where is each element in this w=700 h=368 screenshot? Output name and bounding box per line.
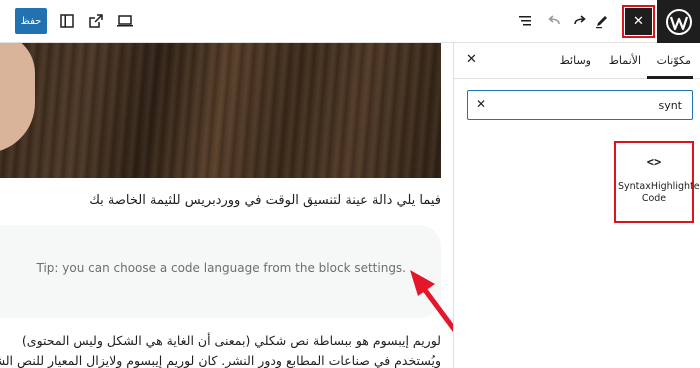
image-block[interactable] bbox=[0, 43, 441, 178]
view-post-button[interactable] bbox=[86, 11, 106, 31]
block-result-syntaxhighlighter[interactable]: <> SyntaxHighlighter Code bbox=[614, 141, 700, 223]
tab-media[interactable]: وسائط bbox=[560, 54, 591, 67]
undo-icon bbox=[548, 15, 560, 25]
paragraph-lorem-line: ويُستخدم في صناعات المطابع ودور النشر. ك… bbox=[0, 353, 441, 368]
close-inserter-button[interactable]: ✕ bbox=[466, 52, 477, 67]
list-view-button[interactable] bbox=[515, 11, 535, 31]
redo-button[interactable] bbox=[570, 11, 590, 31]
tab-patterns[interactable]: الأنماط bbox=[609, 54, 641, 67]
list-view-icon bbox=[519, 16, 531, 26]
active-tab-indicator bbox=[647, 76, 693, 79]
external-link-icon bbox=[89, 14, 103, 28]
wood-texture bbox=[0, 43, 441, 178]
inserter-tabs: مكوّنات الأنماط وسائط ✕ bbox=[454, 43, 700, 79]
preview-button[interactable] bbox=[115, 11, 135, 31]
wordpress-logo-button[interactable] bbox=[657, 0, 700, 43]
settings-sidebar-button[interactable] bbox=[57, 11, 77, 31]
desktop-preview-icon bbox=[117, 15, 133, 27]
block-search-input[interactable]: synt ✕ bbox=[467, 90, 693, 120]
block-result-label: SyntaxHighlighter Code bbox=[618, 181, 700, 204]
block-inserter-panel: مكوّنات الأنماط وسائط ✕ synt ✕ <> Syntax… bbox=[453, 43, 700, 368]
save-button[interactable]: حفظ bbox=[15, 8, 47, 34]
wordpress-icon bbox=[665, 8, 692, 35]
paragraph-intro[interactable]: فيما يلي دالة عينة لتنسيق الوقت في ووردب… bbox=[11, 193, 441, 208]
paragraph-lorem[interactable]: لوريم إيبسوم هو ببساطة نص شكلي (بمعنى أن… bbox=[0, 331, 441, 368]
code-placeholder-text: Tip: you can choose a code language from… bbox=[36, 261, 406, 275]
clear-search-button[interactable]: ✕ bbox=[476, 97, 486, 111]
search-input-value: synt bbox=[658, 99, 682, 112]
close-icon: ✕ bbox=[466, 52, 477, 67]
highlight-box bbox=[622, 5, 655, 38]
close-icon: ✕ bbox=[476, 97, 487, 111]
paragraph-lorem-line: لوريم إيبسوم هو ببساطة نص شكلي (بمعنى أن… bbox=[21, 333, 441, 348]
tools-button[interactable] bbox=[592, 11, 612, 31]
tab-blocks[interactable]: مكوّنات bbox=[657, 54, 691, 67]
undo-button[interactable] bbox=[544, 11, 564, 31]
code-icon: <> bbox=[646, 155, 662, 169]
redo-icon bbox=[574, 15, 586, 25]
syntax-code-block[interactable]: Tip: you can choose a code language from… bbox=[0, 225, 441, 318]
sidebar-toggle-icon bbox=[60, 14, 74, 28]
editor-canvas: فيما يلي دالة عينة لتنسيق الوقت في ووردب… bbox=[0, 43, 453, 368]
pen-icon bbox=[596, 16, 607, 29]
editor-toolbar: ✕ حفظ bbox=[0, 0, 700, 43]
